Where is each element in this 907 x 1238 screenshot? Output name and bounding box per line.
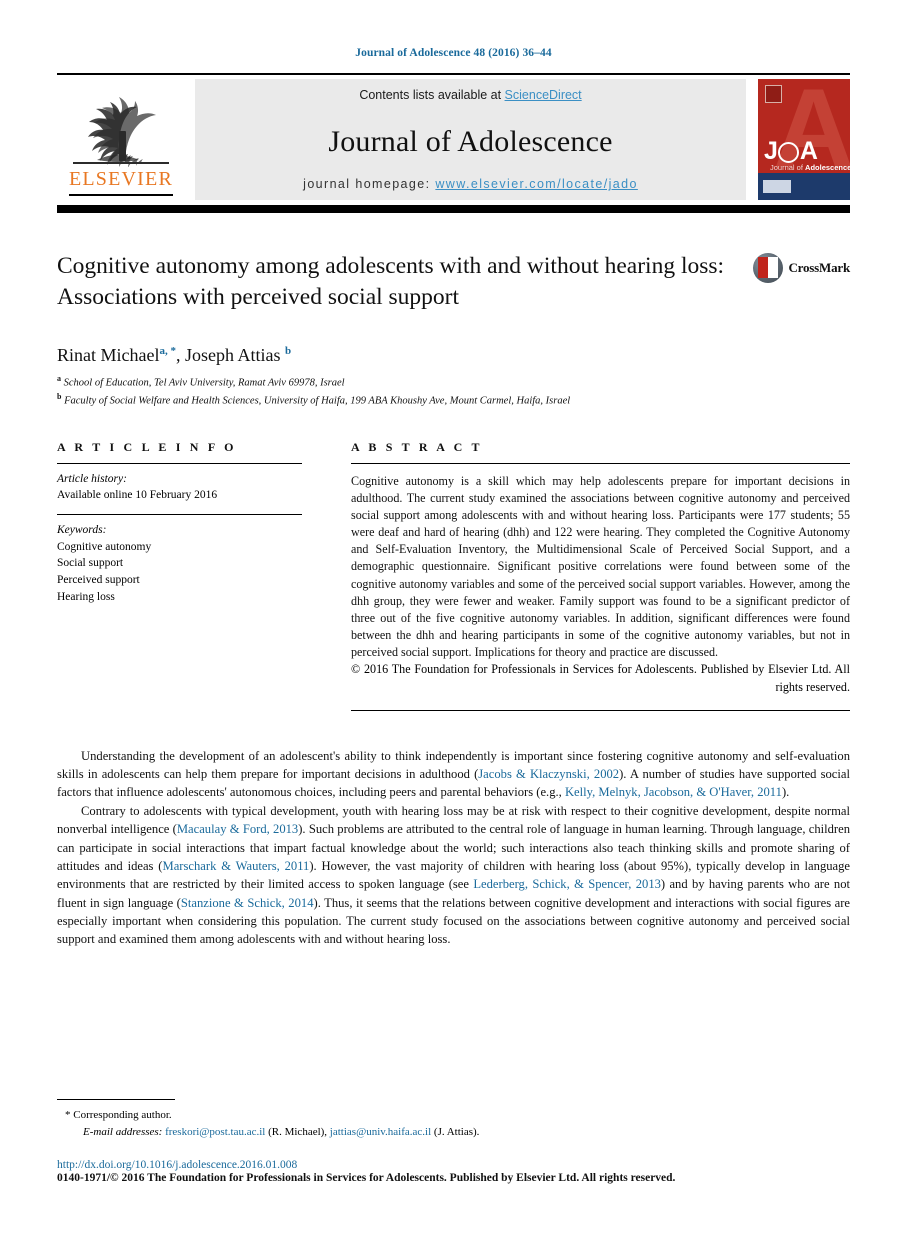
header-black-bar bbox=[57, 205, 850, 213]
article-title: Cognitive autonomy among adolescents wit… bbox=[57, 253, 725, 311]
journal-cover-thumbnail[interactable]: A JA Journal of Adolescence bbox=[758, 79, 850, 200]
issn-copyright-line: 0140-1971/© 2016 The Foundation for Prof… bbox=[57, 1172, 676, 1184]
crossmark-icon bbox=[753, 253, 784, 283]
citation-link-marschark[interactable]: Marschark & Wauters, 2011 bbox=[163, 859, 310, 873]
cover-joa-mark: JA bbox=[764, 137, 818, 165]
keywords-group: Keywords: Cognitive autonomy Social supp… bbox=[57, 515, 302, 615]
title-block: Cognitive autonomy among adolescents wit… bbox=[57, 251, 850, 323]
affiliation-text-a: School of Education, Tel Aviv University… bbox=[63, 377, 345, 389]
abstract-rule-bottom bbox=[351, 709, 850, 711]
crossmark-badge[interactable]: CrossMark bbox=[753, 253, 850, 283]
footnote-rule bbox=[57, 1099, 175, 1100]
email-owner-michael: (R. Michael), bbox=[268, 1125, 328, 1138]
affiliation-text-b: Faculty of Social Welfare and Health Sci… bbox=[64, 395, 571, 407]
cover-subtitle-prefix: Journal of bbox=[770, 163, 806, 172]
article-info-heading: A R T I C L E I N F O bbox=[57, 439, 237, 454]
article-info-column: A R T I C L E I N F O Article history: A… bbox=[57, 440, 322, 616]
keywords-label: Keywords: bbox=[57, 523, 107, 536]
article-history-label: Article history: bbox=[57, 472, 127, 485]
affiliation-item: b Faculty of Social Welfare and Health S… bbox=[57, 391, 850, 409]
author-1-affiliation-marks[interactable]: a, * bbox=[159, 345, 176, 357]
citation-link-kelly[interactable]: Kelly, Melnyk, Jacobson, & O'Haver, 2011 bbox=[565, 785, 782, 799]
author-name-1: Rinat Michael bbox=[57, 345, 160, 365]
citation-link-stanzione[interactable]: Stanzione & Schick, 2014 bbox=[181, 896, 314, 910]
contents-lists-prefix: Contents lists available at bbox=[359, 88, 505, 102]
cover-elsevier-mini-logo bbox=[765, 85, 782, 103]
abstract-text: Cognitive autonomy is a skill which may … bbox=[351, 473, 850, 660]
journal-title: Journal of Adolescence bbox=[328, 124, 613, 158]
article-history-value: Available online 10 February 2016 bbox=[57, 489, 218, 502]
email-addresses-label: E-mail addresses: bbox=[83, 1125, 163, 1138]
info-abstract-section: A R T I C L E I N F O Article history: A… bbox=[57, 440, 850, 711]
corresponding-author-text: Corresponding author. bbox=[73, 1109, 172, 1121]
affiliation-mark-a: a bbox=[57, 374, 61, 383]
keyword-item: Social support bbox=[57, 557, 124, 570]
citation-link-macaulay[interactable]: Macaulay & Ford, 2013 bbox=[177, 822, 298, 836]
cover-subtitle: Journal of Adolescence bbox=[770, 163, 850, 172]
abstract-heading: A B S T R A C T bbox=[351, 439, 483, 454]
article-body: Understanding the development of an adol… bbox=[57, 747, 850, 949]
author-list: Rinat Michaela, *, Joseph Attias b bbox=[57, 345, 292, 365]
doi-line: http://dx.doi.org/10.1016/j.adolescence.… bbox=[57, 1159, 850, 1171]
header-top-rule bbox=[57, 73, 850, 75]
contents-lists-line: Contents lists available at ScienceDirec… bbox=[195, 88, 746, 102]
citation-link-lederberg[interactable]: Lederberg, Schick, & Spencer, 2013 bbox=[473, 877, 661, 891]
author-name-2: Joseph Attias bbox=[184, 345, 281, 365]
article-page: Journal of Adolescence 48 (2016) 36–44 E… bbox=[0, 0, 907, 1238]
email-addresses-line: E-mail addresses: freskori@post.tau.ac.i… bbox=[57, 1124, 850, 1141]
abstract-copyright: © 2016 The Foundation for Professionals … bbox=[351, 661, 850, 695]
email-link-michael[interactable]: freskori@post.tau.ac.il bbox=[165, 1126, 265, 1138]
elsevier-logo: ELSEVIER bbox=[57, 79, 185, 200]
abstract-copyright-text: © 2016 The Foundation for Professionals … bbox=[351, 662, 850, 694]
journal-homepage-label: journal homepage: bbox=[303, 177, 436, 191]
citation-link-jacobs[interactable]: Jacobs & Klaczynski, 2002 bbox=[478, 767, 619, 781]
affiliation-item: a School of Education, Tel Aviv Universi… bbox=[57, 373, 850, 391]
keyword-item: Cognitive autonomy bbox=[57, 540, 152, 553]
keyword-item: Perceived support bbox=[57, 573, 140, 586]
cover-barcode-chip bbox=[763, 180, 791, 193]
corresponding-author-note: * Corresponding author. bbox=[57, 1107, 850, 1124]
cover-o-ring-icon bbox=[777, 141, 799, 163]
body-paragraph-1: Understanding the development of an adol… bbox=[57, 747, 850, 802]
elsevier-tree-icon bbox=[69, 87, 173, 167]
journal-homepage-line: journal homepage: www.elsevier.com/locat… bbox=[195, 177, 746, 200]
page-footer: * Corresponding author. E-mail addresses… bbox=[57, 1099, 850, 1184]
keyword-item: Hearing loss bbox=[57, 590, 115, 603]
crossmark-label: CrossMark bbox=[788, 260, 850, 275]
journal-header-band: ELSEVIER Contents lists available at Sci… bbox=[57, 79, 850, 200]
running-head: Journal of Adolescence 48 (2016) 36–44 bbox=[355, 47, 552, 59]
doi-link[interactable]: http://dx.doi.org/10.1016/j.adolescence.… bbox=[57, 1159, 297, 1171]
elsevier-logo-underline bbox=[69, 194, 173, 196]
author-2-affiliation-marks[interactable]: b bbox=[285, 345, 291, 357]
sciencedirect-link[interactable]: ScienceDirect bbox=[505, 88, 582, 102]
cover-subtitle-bold: Adolescence bbox=[805, 163, 850, 172]
affiliation-list: a School of Education, Tel Aviv Universi… bbox=[57, 373, 850, 410]
abstract-column: A B S T R A C T Cognitive autonomy is a … bbox=[322, 440, 850, 711]
cover-blue-band bbox=[758, 173, 850, 200]
email-owner-attias: (J. Attias). bbox=[433, 1125, 480, 1138]
journal-masthead: Contents lists available at ScienceDirec… bbox=[195, 79, 746, 200]
elsevier-wordmark: ELSEVIER bbox=[68, 168, 174, 190]
body-paragraph-2: Contrary to adolescents with typical dev… bbox=[57, 802, 850, 949]
paragraph-1-part-3: ). bbox=[781, 785, 790, 800]
email-link-attias[interactable]: jattias@univ.haifa.ac.il bbox=[330, 1126, 431, 1138]
journal-homepage-link[interactable]: www.elsevier.com/locate/jado bbox=[435, 177, 637, 191]
corresponding-author-mark: * bbox=[65, 1109, 71, 1121]
affiliation-mark-b: b bbox=[57, 392, 62, 402]
article-history-group: Article history: Available online 10 Feb… bbox=[57, 464, 302, 514]
